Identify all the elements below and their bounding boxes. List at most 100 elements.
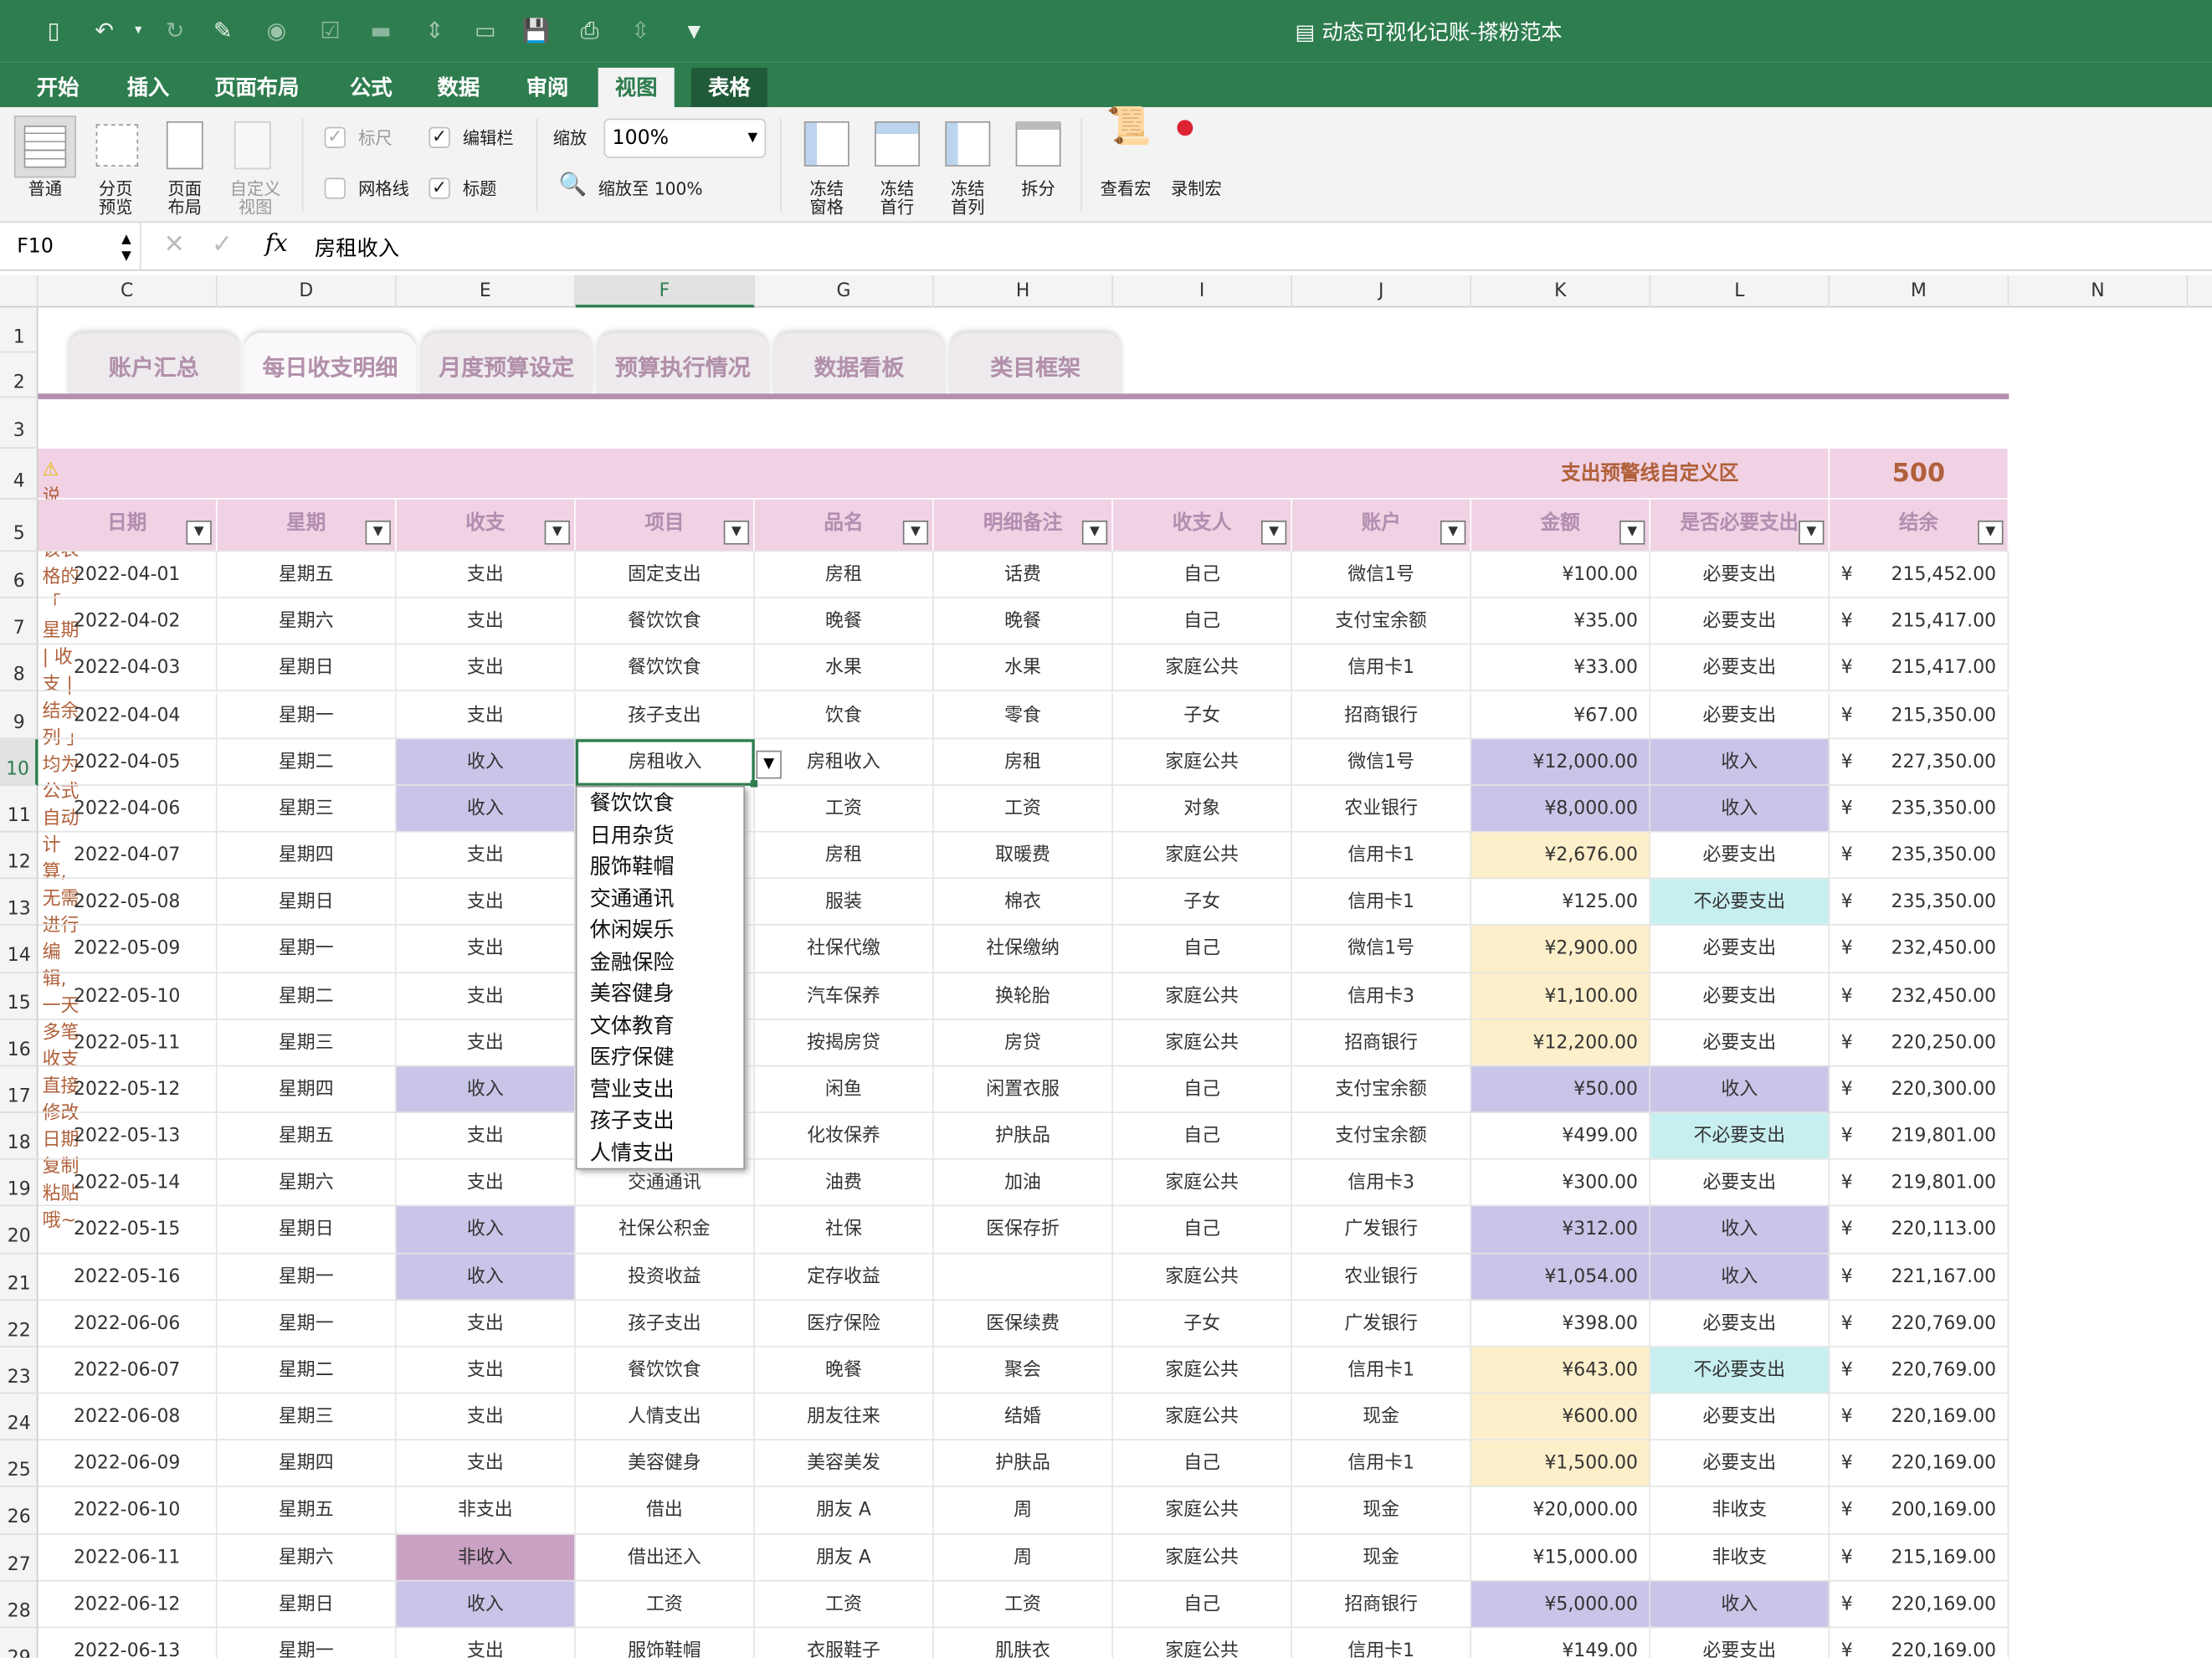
data-cell[interactable]: 社保 [754,1206,934,1254]
form-icon[interactable]: ▬ [367,17,395,45]
dropdown-option[interactable]: 营业支出 [577,1073,743,1105]
column-header-G[interactable]: G [755,275,934,308]
row-header-16[interactable]: 16 [0,1019,38,1067]
data-cell[interactable]: 晚餐 [754,1347,934,1394]
data-cell[interactable]: 化妆保养 [754,1112,934,1160]
data-cell[interactable]: 招商银行 [1292,691,1472,739]
spinner-icon[interactable]: ⇕ [420,17,449,45]
data-cell[interactable]: 支出 [396,973,576,1020]
row-header-21[interactable]: 21 [0,1254,38,1301]
data-cell[interactable]: 信用卡1 [1292,1347,1472,1394]
data-cell[interactable]: 房租收入 [575,738,755,786]
data-cell[interactable]: 必要支出 [1650,1159,1830,1207]
data-cell[interactable]: 2022-05-15 [38,1206,218,1254]
data-cell[interactable]: 2022-06-09 [38,1440,218,1488]
data-cell[interactable]: 换轮胎 [933,973,1113,1020]
column-header-C[interactable]: C [38,275,218,308]
data-cell[interactable]: ¥149.00 [1471,1628,1651,1658]
data-cell[interactable]: 汽车保养 [754,973,934,1020]
data-cell[interactable]: 房租收入 [754,738,934,786]
data-cell[interactable]: ¥2,676.00 [1471,832,1651,880]
tab-page-layout[interactable]: 页面布局 [198,68,316,107]
data-cell[interactable]: 水果 [933,644,1113,692]
data-cell[interactable]: 收入 [396,785,576,833]
zoom-select[interactable]: 100% ▼ [603,118,767,158]
data-cell[interactable]: 支出 [396,1440,576,1488]
data-cell[interactable]: 借出 [575,1487,755,1535]
data-cell[interactable]: 2022-04-05 [38,738,218,786]
data-cell[interactable]: 2022-04-02 [38,598,218,645]
print-icon[interactable]: ⎙ [576,17,604,45]
dropdown-option[interactable]: 医疗保健 [577,1041,743,1073]
column-header-N[interactable]: N [2009,275,2189,308]
data-cell[interactable]: 家庭公共 [1112,1487,1293,1535]
data-cell[interactable]: 自己 [1112,1066,1293,1113]
filter-dropdown-button[interactable]: ▼ [544,520,570,545]
dropdown-option[interactable]: 服饰鞋帽 [577,850,743,882]
tab-insert[interactable]: 插入 [110,68,186,107]
filter-dropdown-button[interactable]: ▼ [1260,520,1287,545]
filter-dropdown-button[interactable]: ▼ [1081,520,1108,545]
record-icon[interactable]: ◉ [263,17,291,45]
data-cell[interactable]: 周 [933,1534,1113,1582]
column-header-E[interactable]: E [397,275,576,308]
data-cell[interactable]: ¥12,200.00 [1471,1019,1651,1067]
data-cell[interactable]: 支出 [396,879,576,927]
data-cell[interactable]: 对象 [1112,785,1293,833]
cell-dropdown-button[interactable]: ▼ [756,750,782,779]
data-cell[interactable]: 话费 [933,552,1113,598]
row-header-20[interactable]: 20 [0,1207,38,1254]
data-cell[interactable]: 水果 [754,644,934,692]
data-cell[interactable]: 饮食 [754,691,934,739]
name-box-stepper-icon[interactable]: ▲ ▼ [121,231,131,264]
data-cell[interactable]: 聚会 [933,1347,1113,1394]
data-cell[interactable]: 房贷 [933,1019,1113,1067]
data-cell[interactable]: 支出 [396,1300,576,1347]
data-cell[interactable]: 必要支出 [1650,691,1830,739]
data-cell[interactable]: 非收支 [1650,1534,1830,1582]
data-cell[interactable]: 收入 [396,738,576,786]
data-cell[interactable]: 肌肤衣 [934,1628,1113,1658]
data-cell[interactable]: 工资 [933,785,1113,833]
row-header-2[interactable]: 2 [0,352,38,398]
data-cell[interactable]: 2022-06-12 [38,1581,218,1628]
column-header-I[interactable]: I [1113,275,1293,308]
save-icon[interactable]: 💾 [522,17,551,45]
data-cell[interactable]: 2022-06-07 [38,1347,218,1394]
data-cell[interactable]: 孩子支出 [575,691,755,739]
data-cell[interactable]: 家庭公共 [1112,1394,1293,1441]
row-header-17[interactable]: 17 [0,1066,38,1113]
tab-view[interactable]: 视图 [598,67,675,108]
data-cell[interactable]: 微信1号 [1292,738,1472,786]
data-cell[interactable]: 收入 [396,1581,576,1628]
data-cell[interactable]: 收入 [1650,785,1830,833]
sidebar-toggle-icon[interactable]: ▯ [39,17,68,45]
data-cell[interactable]: 家庭公共 [1112,973,1293,1020]
dropdown-option[interactable]: 孩子支出 [577,1105,743,1137]
select-all-corner[interactable] [0,275,38,308]
headings-checkbox[interactable]: ✓ [429,177,450,199]
data-cell[interactable]: 收入 [396,1206,576,1254]
data-cell[interactable]: 零食 [933,691,1113,739]
normal-view-button[interactable] [13,115,77,178]
data-cell[interactable]: 收入 [396,1066,576,1113]
data-cell[interactable]: 自己 [1112,1581,1293,1628]
data-cell[interactable]: 餐饮饮食 [575,644,755,692]
row-header-19[interactable]: 19 [0,1160,38,1207]
data-cell[interactable]: 2022-04-03 [38,644,218,692]
data-cell[interactable]: ¥312.00 [1471,1206,1651,1254]
data-cell[interactable]: 社保公积金 [575,1206,755,1254]
data-cell[interactable]: 医疗保险 [754,1300,934,1347]
freeze-first-column-icon[interactable] [945,121,991,167]
data-cell[interactable]: 微信1号 [1292,552,1472,598]
row-header-23[interactable]: 23 [0,1347,38,1394]
data-cell[interactable]: 支付宝余额 [1292,1066,1472,1113]
data-cell[interactable]: 家庭公共 [1112,1253,1293,1301]
data-cell[interactable]: 结婚 [933,1394,1113,1441]
row-header-13[interactable]: 13 [0,879,38,927]
dropdown-option[interactable]: 美容健身 [577,978,743,1009]
record-macro-icon[interactable]: ⏺ [1177,110,1193,143]
data-cell[interactable]: 必要支出 [1650,1300,1830,1347]
data-cell[interactable]: 2022-05-13 [38,1112,218,1160]
redo-icon[interactable]: ↻ [161,17,189,45]
